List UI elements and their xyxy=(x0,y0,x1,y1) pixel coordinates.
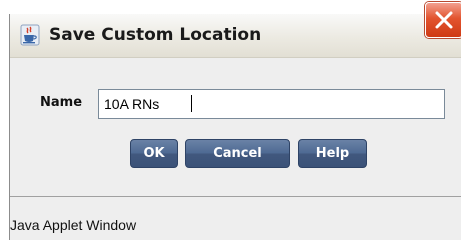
applet-warning-text: Java Applet Window xyxy=(10,217,137,233)
name-label: Name xyxy=(40,95,83,110)
text-caret xyxy=(191,95,192,112)
title-bar[interactable]: Save Custom Location xyxy=(10,14,461,58)
name-input[interactable] xyxy=(98,89,445,119)
help-button[interactable]: Help xyxy=(298,139,367,168)
cancel-button[interactable]: Cancel xyxy=(185,139,290,168)
java-cup-icon xyxy=(20,24,40,46)
window-title: Save Custom Location xyxy=(49,25,262,45)
close-button[interactable] xyxy=(425,2,461,38)
dialog-content: Name OK Cancel Help xyxy=(10,58,461,196)
ok-button[interactable]: OK xyxy=(130,139,178,168)
